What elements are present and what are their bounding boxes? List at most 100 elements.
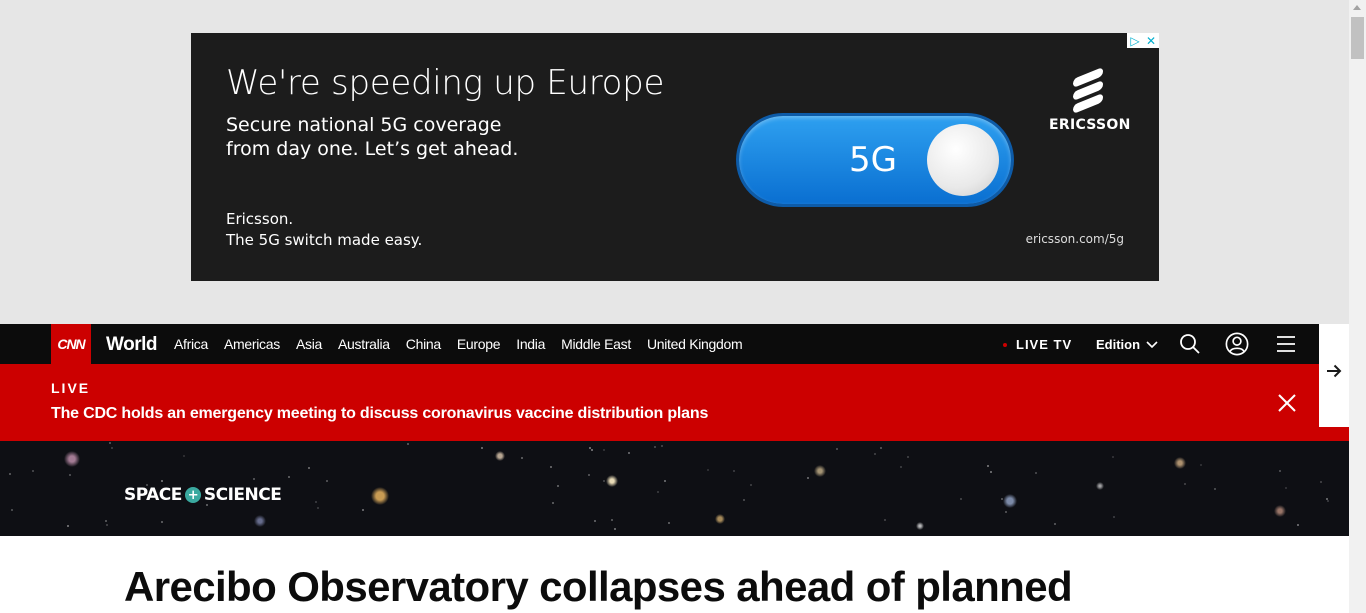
star-speck (407, 443, 409, 445)
live-label: LIVE (51, 380, 91, 396)
scrollbar-thumb[interactable] (1351, 17, 1364, 59)
nav-link-europe[interactable]: Europe (457, 336, 501, 352)
space-logo-right: SCIENCE (203, 485, 282, 505)
account-icon[interactable] (1225, 332, 1249, 356)
star-speck (521, 457, 523, 459)
star-speck (1320, 481, 1322, 483)
star-speck (743, 499, 745, 501)
star-speck (1327, 500, 1329, 502)
star-speck (661, 445, 663, 447)
star-speck (67, 525, 69, 527)
nav-link-china[interactable]: China (406, 336, 441, 352)
cnn-logo[interactable]: CNN (51, 324, 91, 364)
article-title: Arecibo Observatory collapses ahead of p… (124, 563, 1073, 610)
star-speck (884, 519, 886, 521)
star-speck (750, 484, 752, 486)
star-speck (111, 447, 113, 449)
star-speck (591, 449, 593, 451)
nav-link-united-kingdom[interactable]: United Kingdom (647, 336, 743, 352)
ad-brand-line-1: Ericsson. (226, 210, 294, 228)
star-speck (611, 519, 613, 521)
star-speck (874, 453, 876, 455)
nav-link-africa[interactable]: Africa (174, 336, 208, 352)
star-speck (880, 447, 882, 449)
star-speck (1285, 487, 1287, 489)
star-speck (1184, 483, 1186, 485)
live-headline-link[interactable]: The CDC holds an emergency meeting to di… (51, 405, 708, 423)
star-speck (308, 467, 310, 469)
close-icon[interactable] (1277, 393, 1297, 413)
star-speck (907, 456, 909, 458)
star-speck (594, 520, 596, 522)
star-speck (183, 455, 185, 457)
star-speck (69, 474, 71, 476)
ericsson-logo-icon (1069, 66, 1109, 115)
arrow-right-icon[interactable] (1325, 362, 1343, 380)
nav-link-middle-east[interactable]: Middle East (561, 336, 631, 352)
star-speck (987, 465, 989, 467)
scroll-up-arrow-icon[interactable] (1353, 5, 1361, 10)
star-speck (1279, 470, 1281, 472)
ad-container: ▷ ✕ We're speeding up Europe Secure nati… (0, 0, 1349, 324)
star-speck (1035, 472, 1037, 474)
section-title[interactable]: World (106, 334, 157, 356)
vertical-scrollbar[interactable] (1349, 0, 1366, 613)
star-speck (589, 447, 591, 449)
ericsson-logo-text: ERICSSON (1049, 117, 1131, 133)
5g-toggle-graphic: 5G (739, 116, 1011, 204)
star-speck (1113, 516, 1115, 518)
star-speck (657, 491, 659, 493)
nav-link-americas[interactable]: Americas (224, 336, 280, 352)
star-speck (9, 473, 11, 475)
star-speck (146, 484, 148, 486)
ad-headline: We're speeding up Europe (226, 63, 665, 103)
star-speck (668, 522, 670, 524)
star-speck (603, 480, 605, 482)
toggle-label: 5G (849, 140, 897, 180)
search-icon[interactable] (1178, 332, 1202, 356)
chevron-down-icon (1146, 340, 1158, 348)
star-speck (161, 480, 163, 482)
star-speck (315, 501, 317, 503)
space-science-logo[interactable]: SPACE + SCIENCE (124, 485, 282, 505)
star-speck (109, 442, 111, 444)
star-speck (106, 524, 108, 526)
star-speck (253, 478, 255, 480)
top-navigation: CNN World Africa Americas Asia Australia… (0, 324, 1319, 364)
star-speck (990, 471, 992, 473)
ad-brand-line-2: The 5G switch made easy. (226, 231, 423, 249)
ericsson-logo: ERICSSON (1049, 66, 1131, 133)
nav-link-india[interactable]: India (516, 336, 545, 352)
edition-label: Edition (1096, 337, 1141, 352)
hamburger-menu-icon[interactable] (1274, 332, 1298, 356)
star-speck (32, 470, 34, 472)
star-speck (11, 509, 13, 511)
nav-link-australia[interactable]: Australia (338, 336, 390, 352)
ad-brand-text: Ericsson. The 5G switch made easy. (226, 209, 486, 251)
live-banner-edge (1319, 427, 1349, 441)
star-speck (481, 447, 483, 449)
ad-subheadline: Secure national 5G coverage from day one… (226, 114, 519, 160)
live-tv-label: LIVE TV (1016, 337, 1073, 352)
star-speck (161, 521, 163, 523)
star-speck (1200, 464, 1202, 466)
adchoices[interactable]: ▷ ✕ (1127, 33, 1159, 48)
star-speck (1297, 524, 1299, 526)
toggle-knob (927, 124, 999, 196)
star-speck (836, 448, 838, 450)
nav-link-asia[interactable]: Asia (296, 336, 322, 352)
ericsson-ad[interactable]: ▷ ✕ We're speeding up Europe Secure nati… (191, 33, 1159, 281)
star-speck (707, 469, 709, 471)
star-speck (603, 449, 605, 451)
star-speck (1054, 523, 1056, 525)
live-tv-link[interactable]: LIVE TV (1003, 337, 1072, 352)
star-speck (552, 502, 554, 504)
adchoices-icon[interactable]: ▷ (1127, 33, 1143, 48)
live-banner[interactable]: LIVE The CDC holds an emergency meeting … (0, 364, 1319, 441)
edition-dropdown[interactable]: Edition (1096, 337, 1158, 352)
star-speck (807, 477, 809, 479)
ad-close-icon[interactable]: ✕ (1143, 33, 1159, 48)
star-speck (588, 474, 590, 476)
star-speck (105, 520, 107, 522)
star-speck (654, 446, 656, 448)
